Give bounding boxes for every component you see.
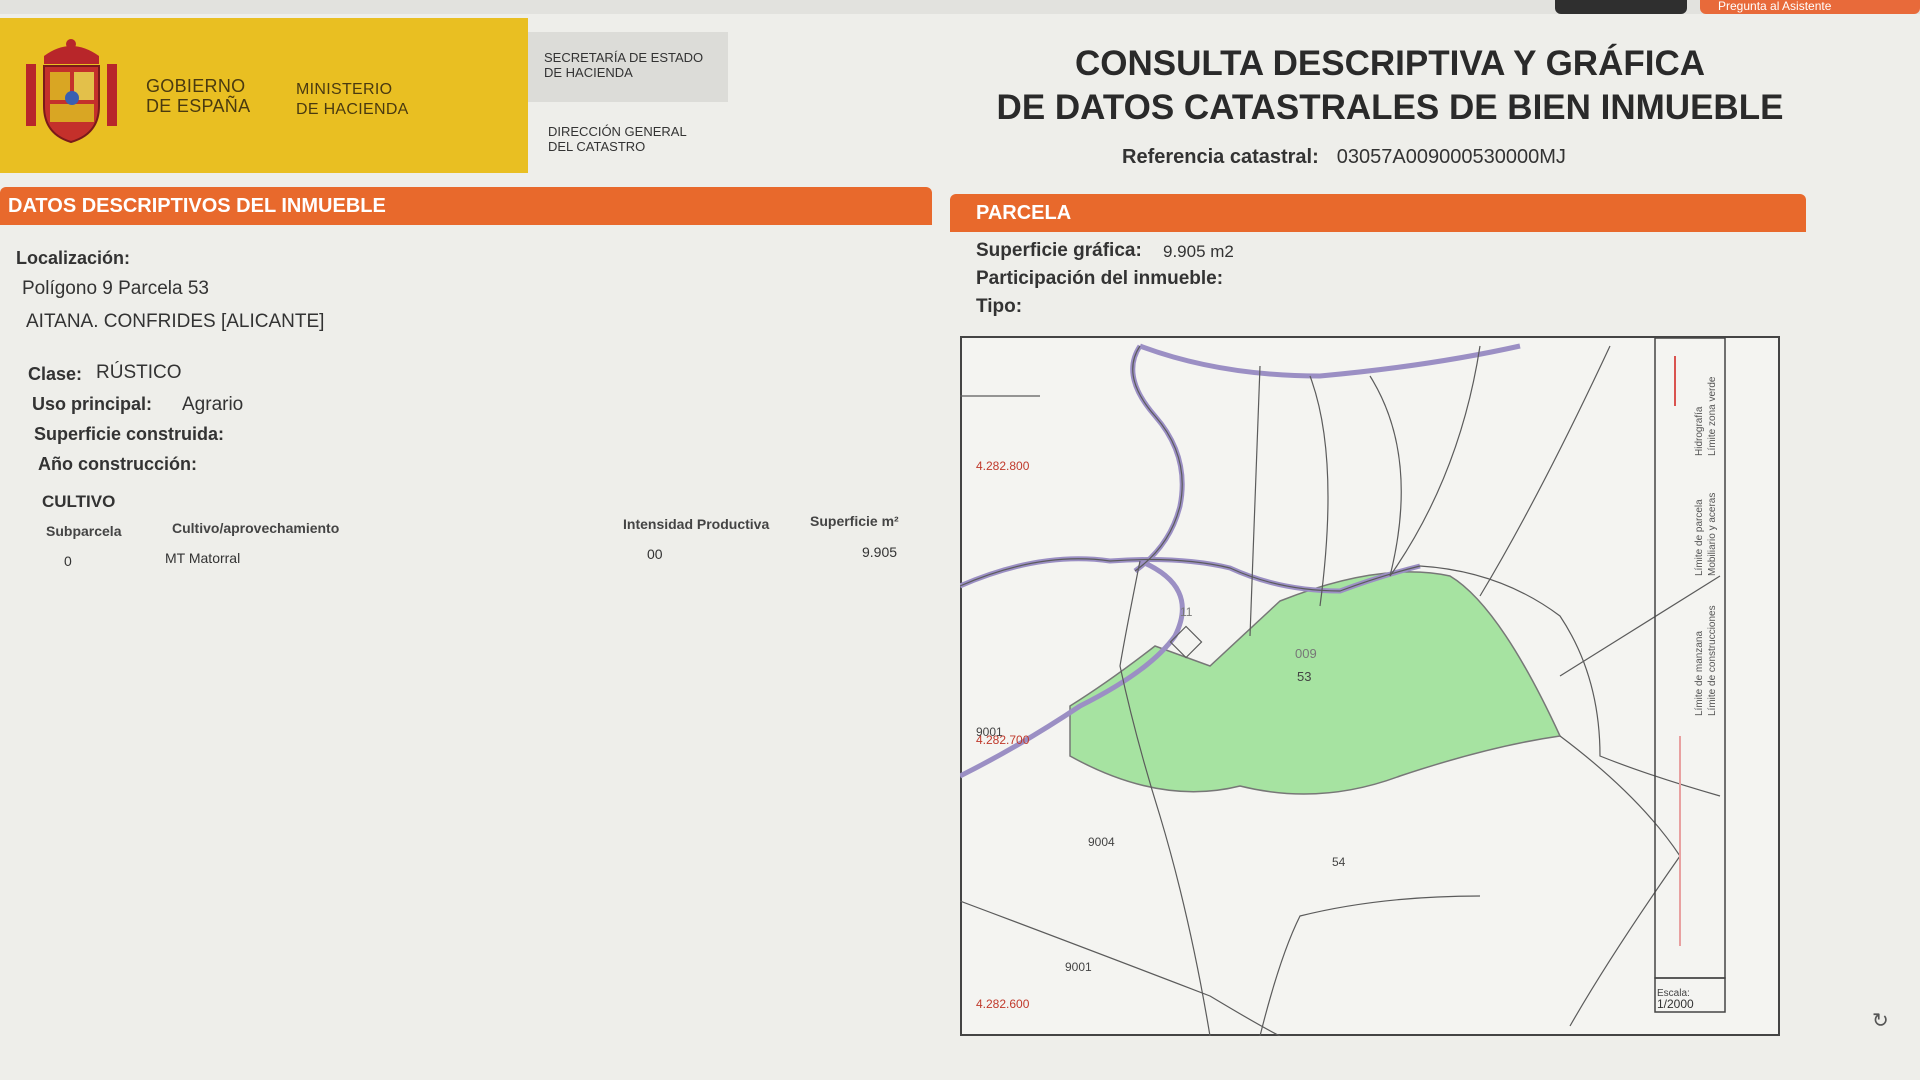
gobierno-label: GOBIERNO DE ESPAÑA <box>146 76 251 116</box>
top-dark-button[interactable] <box>1555 0 1687 14</box>
cultivo-title: CULTIVO <box>42 492 116 511</box>
ministerio-label: MINISTERIO DE HACIENDA <box>296 81 409 118</box>
legend-limite-parcela: Límite de parcela <box>1694 499 1705 576</box>
label-54: 54 <box>1332 855 1346 869</box>
scale-value: 1/2000 <box>1657 997 1694 1011</box>
referencia-catastral: Referencia catastral: 03057A009000530000M… <box>1122 146 1566 169</box>
legend-limite-construcciones: Límite de construcciones <box>1707 605 1718 716</box>
ref-label: Referencia catastral: <box>1122 146 1319 168</box>
label-9004: 9004 <box>1088 835 1115 849</box>
clase-value: RÚSTICO <box>96 362 182 383</box>
refresh-icon[interactable]: ↻ <box>1872 1008 1889 1033</box>
label-9001: 9001 <box>976 725 1003 739</box>
tipo-label: Tipo: <box>976 296 1023 317</box>
coord-bottom: 4.282.600 <box>976 997 1030 1011</box>
uso-principal-label: Uso principal: <box>32 394 153 414</box>
cell-cultivo: MT Matorral <box>165 550 241 566</box>
coat-of-arms-logo <box>26 39 117 144</box>
superficie-grafica-value: 9.905 m2 <box>1163 242 1234 261</box>
participacion-label: Participación del inmueble: <box>976 268 1224 289</box>
descriptivos-section-header: DATOS DESCRIPTIVOS DEL INMUEBLE <box>0 187 932 225</box>
superficie-construida-label: Superficie construida: <box>34 424 225 444</box>
parcel-label-53: 53 <box>1297 669 1311 684</box>
page-title: CONSULTA DESCRIPTIVA Y GRÁFICA DE DATOS … <box>996 44 1784 127</box>
col-intensidad: Intensidad Productiva <box>623 516 770 532</box>
localizacion-label: Localización: <box>16 248 131 268</box>
legend-zona-verde: Límite zona verde <box>1707 376 1718 456</box>
cadastral-map[interactable]: 4.282.800 4.282.700 4.282.600 53 009 900… <box>960 336 1780 1036</box>
anio-construccion-label: Año construcción: <box>38 454 198 474</box>
uso-principal-value: Agrario <box>182 394 244 415</box>
legend-hidrografia: Hidrografía <box>1694 406 1705 456</box>
cell-superficie: 9.905 <box>862 544 898 560</box>
col-superficie: Superficie m² <box>810 513 899 529</box>
col-subparcela: Subparcela <box>46 523 122 539</box>
legend-limite-manzana: Límite de manzana <box>1694 631 1705 716</box>
ref-value: 03057A009000530000MJ <box>1336 146 1566 168</box>
clase-label: Clase: <box>28 364 83 384</box>
col-cultivo: Cultivo/aprovechamiento <box>172 520 340 536</box>
assistant-button[interactable]: Pregunta al Asistente <box>1700 0 1920 14</box>
legend-mobiliario: Mobiliario y aceras <box>1707 493 1718 576</box>
secretaria-box: SECRETARÍA DE ESTADO DE HACIENDA <box>528 32 728 102</box>
localizacion-line1: Polígono 9 Parcela 53 <box>22 278 209 299</box>
direccion-label: DIRECCIÓN GENERAL DEL CATASTRO <box>548 124 687 154</box>
superficie-grafica-label: Superficie gráfica: <box>976 240 1142 261</box>
localizacion-line2: AITANA. CONFRIDES [ALICANTE] <box>26 311 325 332</box>
cell-intensidad: 00 <box>647 546 663 562</box>
parcel-poly-label: 009 <box>1295 646 1317 661</box>
coord-top: 4.282.800 <box>976 459 1030 473</box>
cell-subparcela: 0 <box>64 553 72 569</box>
label-9001b: 9001 <box>1065 960 1092 974</box>
parcela-section-header: PARCELA <box>950 194 1806 232</box>
label-11: 11 <box>1180 605 1193 619</box>
